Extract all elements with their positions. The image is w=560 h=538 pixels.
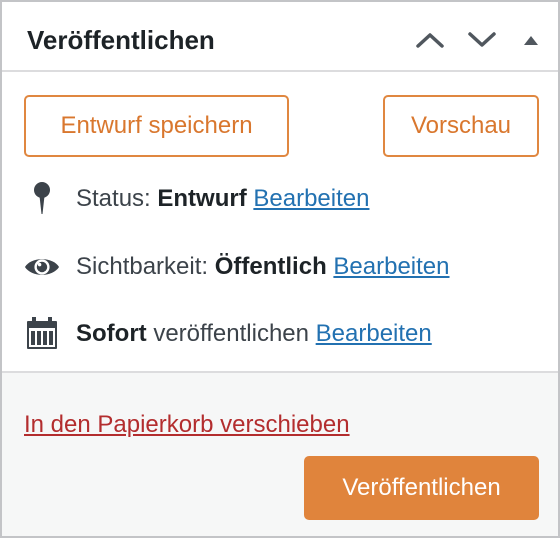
schedule-suffix: veröffentlichen bbox=[146, 320, 309, 347]
visibility-prefix: Sichtbarkeit: bbox=[76, 253, 215, 280]
visibility-value: Öffentlich bbox=[214, 253, 327, 280]
edit-schedule-link[interactable]: Bearbeiten bbox=[316, 320, 432, 348]
panel-header: Veröffentlichen bbox=[2, 2, 558, 72]
preview-button[interactable]: Vorschau bbox=[383, 95, 539, 157]
move-down-button[interactable] bbox=[462, 20, 502, 60]
triangle-up-icon bbox=[524, 36, 538, 45]
minor-actions: Entwurf speichern Vorschau bbox=[2, 72, 558, 162]
publish-button[interactable]: Veröffentlichen bbox=[304, 456, 539, 520]
status-row: Status: Entwurf Bearbeiten bbox=[2, 177, 558, 221]
save-draft-button[interactable]: Entwurf speichern bbox=[24, 95, 289, 157]
toggle-panel-button[interactable] bbox=[516, 20, 546, 60]
chevron-up-icon bbox=[416, 33, 444, 48]
schedule-value: Sofort bbox=[76, 320, 147, 347]
major-actions: In den Papierkorb verschieben Veröffentl… bbox=[2, 371, 558, 536]
status-value: Entwurf bbox=[157, 185, 247, 212]
publish-panel: Veröffentlichen Entwurf speichern Vorsch… bbox=[0, 0, 560, 538]
chevron-down-icon bbox=[468, 32, 496, 47]
panel-title: Veröffentlichen bbox=[27, 25, 215, 55]
visibility-row: Sichtbarkeit: Öffentlich Bearbeiten bbox=[2, 245, 558, 289]
schedule-row: Sofort veröffentlichen Bearbeiten bbox=[2, 312, 558, 356]
move-up-button[interactable] bbox=[410, 20, 450, 60]
edit-visibility-link[interactable]: Bearbeiten bbox=[333, 253, 449, 281]
calendar-icon bbox=[24, 316, 60, 352]
edit-status-link[interactable]: Bearbeiten bbox=[253, 185, 369, 213]
pin-icon bbox=[24, 181, 60, 217]
move-to-trash-link[interactable]: In den Papierkorb verschieben bbox=[24, 411, 350, 439]
status-prefix: Status: bbox=[76, 185, 158, 212]
eye-icon bbox=[24, 249, 60, 285]
